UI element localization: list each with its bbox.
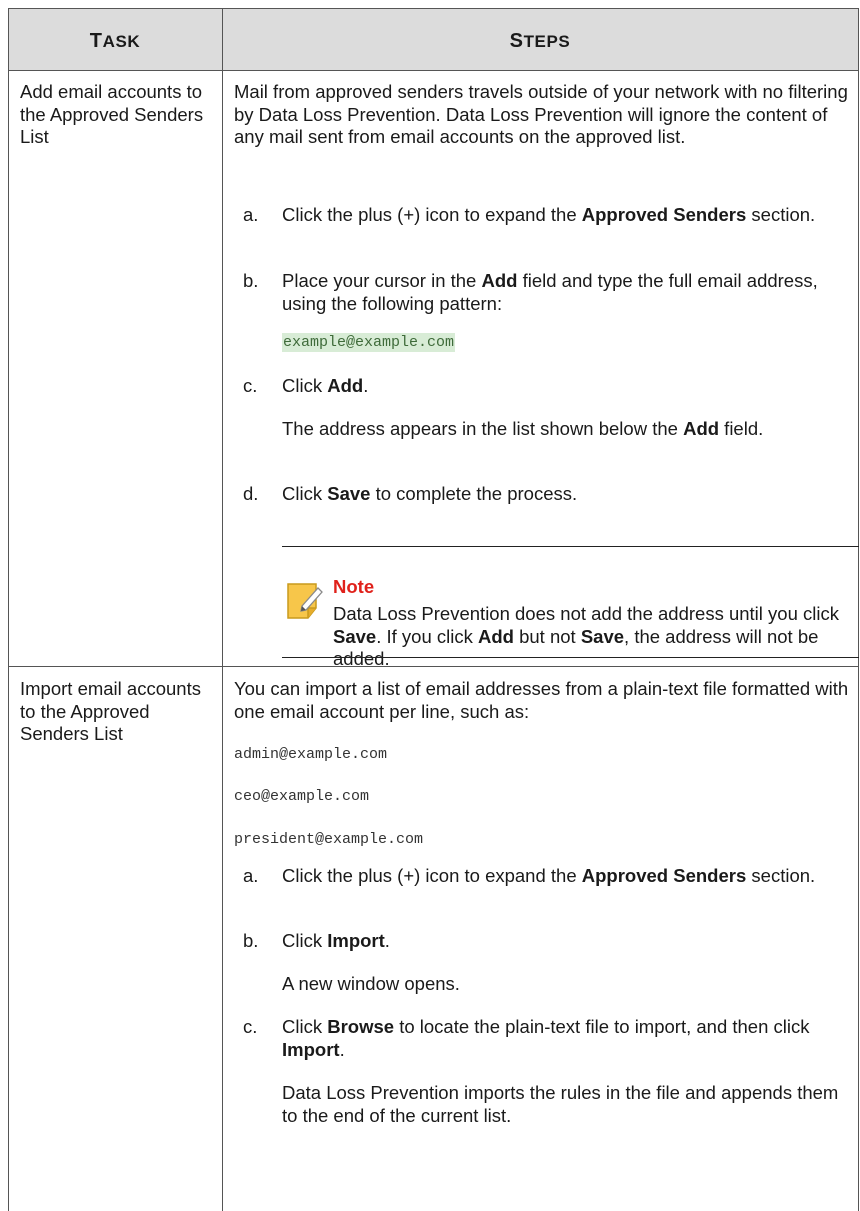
document-page: TASK STEPS Add email accounts to the App… [0,0,860,1211]
header-bottom-border [8,70,859,71]
note-bottom-rule [282,657,859,658]
step-text: Click Import. [282,930,390,951]
step-text: Click Add. [282,375,369,396]
step-text: Click the plus (+) icon to expand the Ap… [282,865,816,886]
note-title: Note [333,576,375,597]
step-letter: c. [243,1016,258,1037]
column-header-steps: STEPS [509,30,571,52]
step-text: Click Browse to locate the plain-text fi… [282,1016,810,1060]
note-pencil-icon [287,583,323,619]
step-result-text: A new window opens. [282,973,460,994]
step-letter: d. [243,483,259,504]
example-address: admin@example.com [234,746,388,763]
step-letter: a. [243,865,259,886]
table-left-border [8,8,9,1211]
step-result-text: Data Loss Prevention imports the rules i… [282,1082,839,1126]
table-right-border [858,8,859,1211]
step-letter: b. [243,270,259,291]
note-top-rule [282,546,859,547]
code-sample: example@example.com [282,333,456,352]
step-letter: a. [243,204,259,225]
column-divider [222,8,223,1211]
intro-paragraph: You can import a list of email addresses… [234,678,849,722]
step-letter: b. [243,930,259,951]
step-text: Click the plus (+) icon to expand the Ap… [282,204,816,225]
intro-paragraph: Mail from approved senders travels outsi… [234,81,848,147]
step-text: Click Save to complete the process. [282,483,578,504]
step-result-text: The address appears in the list shown be… [282,418,764,439]
task-cell: Add email accounts to the Approved Sende… [20,81,204,147]
task-cell: Import email accounts to the Approved Se… [20,678,201,744]
example-address: ceo@example.com [234,788,370,805]
table-top-border [8,8,859,9]
column-header-task: TASK [89,30,141,52]
note-body: Data Loss Prevention does not add the ad… [333,603,839,669]
step-letter: c. [243,375,258,396]
example-address: president@example.com [234,831,424,848]
step-text: Place your cursor in the Add field and t… [282,270,818,314]
